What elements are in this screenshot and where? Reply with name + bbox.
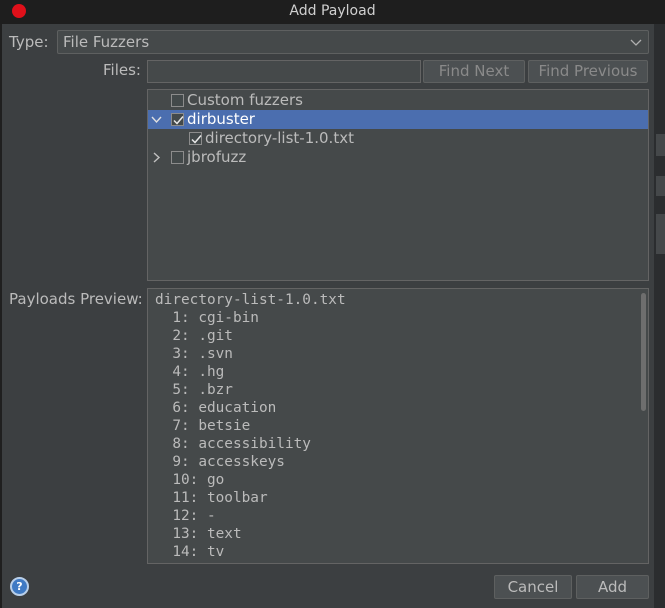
chevron-down-icon[interactable] — [151, 114, 162, 125]
type-dropdown-value: File Fuzzers — [63, 33, 150, 51]
tree-item-custom-fuzzers[interactable]: Custom fuzzers — [148, 91, 648, 110]
window-title: Add Payload — [289, 3, 376, 19]
payloads-preview-label: Payloads Preview: — [9, 290, 143, 308]
find-next-button[interactable]: Find Next — [423, 60, 525, 83]
jbrofuzz-checkbox[interactable] — [171, 151, 184, 164]
preview-line: 12: - — [155, 508, 216, 524]
add-payload-dialog: Type: File Fuzzers Files: Find Next Find… — [2, 24, 654, 608]
preview-line: 5: .bzr — [155, 382, 233, 398]
custom-fuzzers-checkbox[interactable] — [171, 94, 184, 107]
tree-item-label: dirbuster — [187, 110, 255, 128]
preview-line: 9: accesskeys — [155, 454, 285, 470]
preview-line: 4: .hg — [155, 364, 225, 380]
add-button[interactable]: Add — [576, 575, 649, 599]
preview-line: 13: text — [155, 526, 242, 542]
tree-item-jbrofuzz[interactable]: jbrofuzz — [148, 148, 648, 167]
fuzzer-file-tree[interactable]: Custom fuzzers dirbuster directory-list-… — [147, 89, 649, 281]
help-icon[interactable]: ? — [10, 577, 29, 596]
find-previous-button[interactable]: Find Previous — [528, 60, 648, 83]
preview-line: 6: education — [155, 400, 277, 416]
files-search-input[interactable] — [147, 60, 421, 83]
chevron-down-icon — [630, 39, 642, 46]
tree-item-directory-list[interactable]: directory-list-1.0.txt — [148, 129, 648, 148]
tree-item-label: jbrofuzz — [187, 148, 247, 166]
preview-header: directory-list-1.0.txt — [155, 292, 346, 308]
preview-line: 11: toolbar — [155, 490, 268, 506]
type-dropdown[interactable]: File Fuzzers — [57, 30, 649, 54]
preview-line: 2: .git — [155, 328, 233, 344]
dirbuster-checkbox[interactable] — [171, 113, 184, 126]
title-bar: Add Payload — [0, 0, 665, 24]
preview-text: directory-list-1.0.txt 1: cgi-bin 2: .gi… — [155, 291, 346, 561]
preview-line: 8: accessibility — [155, 436, 311, 452]
cancel-button[interactable]: Cancel — [494, 575, 572, 599]
tree-item-label: directory-list-1.0.txt — [205, 129, 354, 147]
type-label: Type: — [9, 33, 49, 51]
background-window-edge — [654, 24, 665, 608]
tree-item-dirbuster[interactable]: dirbuster — [148, 110, 648, 129]
payloads-preview-area[interactable]: directory-list-1.0.txt 1: cgi-bin 2: .gi… — [147, 288, 649, 564]
preview-line: 3: .svn — [155, 346, 233, 362]
preview-scrollbar[interactable] — [641, 293, 646, 411]
chevron-right-icon[interactable] — [151, 152, 162, 163]
directory-list-checkbox[interactable] — [189, 132, 202, 145]
files-label: Files: — [103, 61, 141, 79]
tree-item-label: Custom fuzzers — [187, 91, 303, 109]
preview-line: 14: tv — [155, 544, 225, 560]
preview-line: 1: cgi-bin — [155, 310, 259, 326]
preview-line: 10: go — [155, 472, 225, 488]
preview-line: 7: betsie — [155, 418, 251, 434]
